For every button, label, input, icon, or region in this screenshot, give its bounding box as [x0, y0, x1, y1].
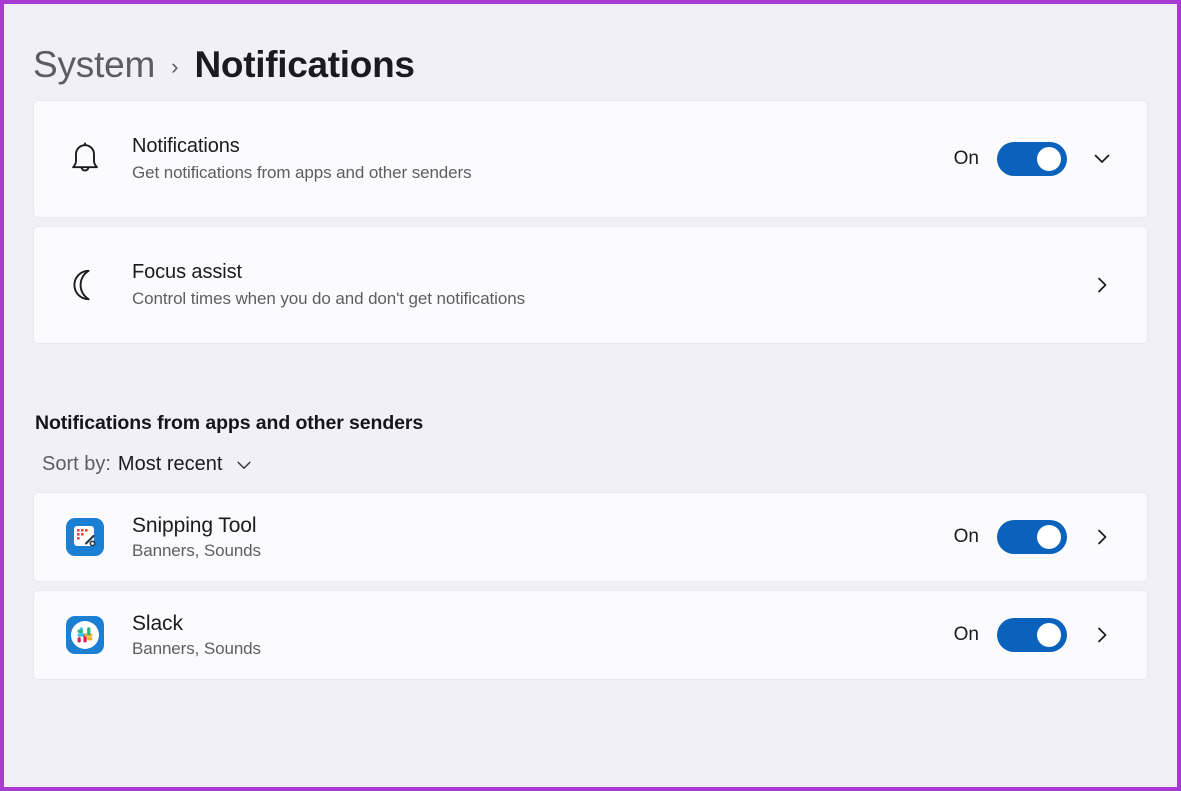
- app-row-slack[interactable]: Slack Banners, Sounds On: [33, 590, 1148, 680]
- chevron-right-icon[interactable]: [1079, 514, 1125, 560]
- chevron-right-icon[interactable]: [1079, 612, 1125, 658]
- app-notification-types: Banners, Sounds: [132, 540, 954, 561]
- notifications-card[interactable]: Notifications Get notifications from app…: [33, 100, 1148, 218]
- app-row-controls: On: [954, 612, 1125, 658]
- toggle-knob: [1037, 623, 1061, 647]
- app-notifications-toggle[interactable]: [997, 618, 1067, 652]
- chevron-right-icon[interactable]: [1079, 262, 1125, 308]
- apps-section-heading: Notifications from apps and other sender…: [4, 352, 1177, 435]
- app-list: Snipping Tool Banners, Sounds On: [4, 492, 1177, 680]
- sort-by-value[interactable]: Most recent: [118, 453, 222, 476]
- app-toggle-state-label: On: [954, 526, 979, 548]
- notifications-card-controls: On: [954, 136, 1125, 182]
- app-row-controls: On: [954, 514, 1125, 560]
- app-notifications-toggle[interactable]: [997, 520, 1067, 554]
- moon-icon: [62, 267, 108, 303]
- app-row-text: Slack Banners, Sounds: [132, 611, 954, 660]
- breadcrumb-separator-icon: ›: [171, 56, 178, 78]
- breadcrumb-parent-system[interactable]: System: [33, 44, 155, 86]
- notifications-card-subtitle: Get notifications from apps and other se…: [132, 162, 954, 183]
- notifications-toggle[interactable]: [997, 142, 1067, 176]
- focus-assist-card-subtitle: Control times when you do and don't get …: [132, 288, 1067, 309]
- chevron-down-icon[interactable]: [1079, 136, 1125, 182]
- sort-by-control[interactable]: Sort by: Most recent: [4, 435, 1177, 492]
- app-row-text: Snipping Tool Banners, Sounds: [132, 513, 954, 562]
- focus-assist-card-text: Focus assist Control times when you do a…: [132, 260, 1067, 309]
- focus-assist-card[interactable]: Focus assist Control times when you do a…: [33, 226, 1148, 344]
- breadcrumb: System › Notifications: [4, 4, 1177, 100]
- settings-page: System › Notifications Notifications Get…: [4, 4, 1177, 787]
- app-row-snipping-tool[interactable]: Snipping Tool Banners, Sounds On: [33, 492, 1148, 582]
- app-notification-types: Banners, Sounds: [132, 638, 954, 659]
- slack-icon: [62, 616, 108, 654]
- app-name: Slack: [132, 611, 954, 637]
- app-toggle-state-label: On: [954, 624, 979, 646]
- notifications-card-title: Notifications: [132, 134, 954, 159]
- notifications-card-text: Notifications Get notifications from app…: [132, 134, 954, 183]
- focus-assist-card-title: Focus assist: [132, 260, 1067, 285]
- toggle-knob: [1037, 147, 1061, 171]
- chevron-down-icon[interactable]: [234, 455, 254, 475]
- focus-assist-card-controls: [1067, 262, 1125, 308]
- page-title: Notifications: [195, 44, 415, 86]
- sort-by-label: Sort by:: [42, 453, 111, 476]
- bell-icon: [62, 141, 108, 177]
- snipping-tool-icon: [62, 518, 108, 556]
- app-name: Snipping Tool: [132, 513, 954, 539]
- notifications-toggle-state-label: On: [954, 148, 979, 170]
- toggle-knob: [1037, 525, 1061, 549]
- settings-cards: Notifications Get notifications from app…: [4, 100, 1177, 344]
